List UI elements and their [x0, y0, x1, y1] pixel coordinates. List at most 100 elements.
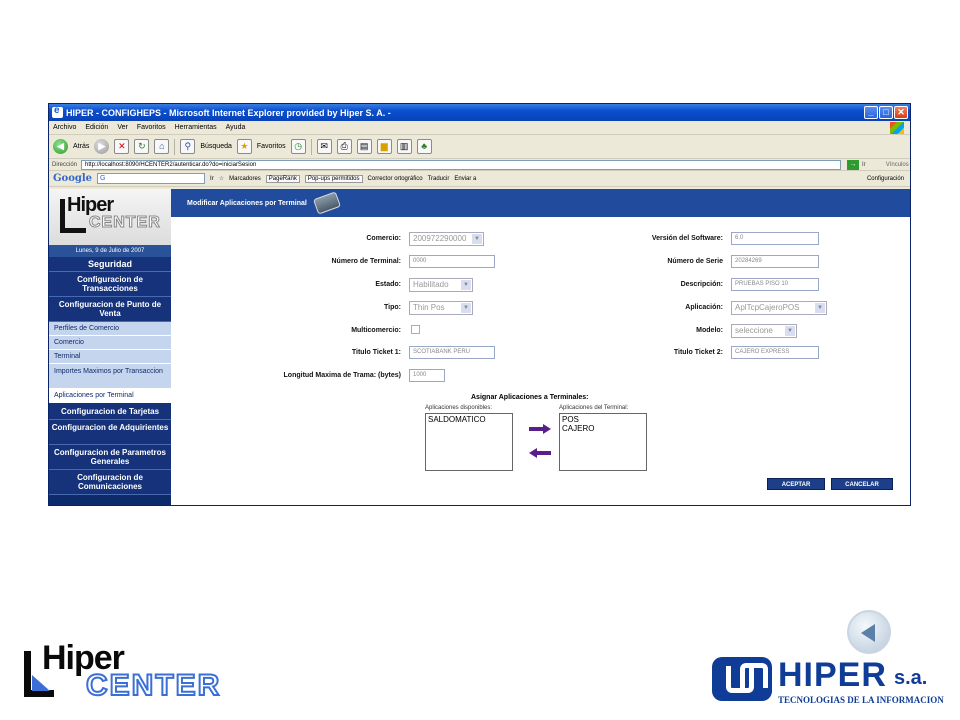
multicomercio-checkbox[interactable]	[411, 325, 420, 334]
nav-config-transacciones[interactable]: Configuracion de Transacciones	[49, 272, 171, 297]
version-label: Versión del Software:	[651, 235, 723, 242]
hipercenter-logo: Hiper CENTER	[49, 189, 171, 245]
hipercenter-footer-logo: Hiper CENTER	[22, 639, 242, 707]
chevron-down-icon: ▼	[785, 326, 795, 336]
terminal-apps-label: Aplicaciones del Terminal:	[559, 405, 629, 411]
ticket2-label: Titulo Ticket 2:	[673, 349, 723, 356]
address-input[interactable]: http://localhost:8090/HCENTER2/autentica…	[81, 159, 842, 170]
search-label[interactable]: Búsqueda	[200, 143, 232, 150]
nav-config-comunicaciones[interactable]: Configuracion de Comunicaciones	[49, 470, 171, 495]
google-go-button[interactable]: Ir	[210, 176, 214, 182]
stop-icon[interactable]: ✕	[114, 139, 130, 154]
refresh-icon[interactable]: ↻	[134, 139, 150, 154]
terminal-label: Número de Terminal:	[331, 258, 402, 265]
print-icon[interactable]: ⎙	[336, 139, 352, 154]
folder-icon[interactable]: ▆	[376, 139, 392, 154]
nav-terminal[interactable]: Terminal	[49, 350, 171, 364]
home-icon[interactable]: ⌂	[154, 139, 170, 154]
serie-label: Número de Serie	[667, 258, 723, 265]
address-label: Dirección	[52, 161, 78, 168]
window-title: HIPER - CONFIGHEPS - Microsoft Internet …	[66, 107, 391, 118]
bookmarks-star-icon[interactable]: ☆	[219, 175, 224, 182]
back-label[interactable]: Atrás	[73, 143, 89, 150]
forward-arrow-icon[interactable]: ▶	[94, 139, 110, 154]
back-triangle-icon	[861, 624, 875, 642]
tipo-select[interactable]: Thin Pos ▼	[409, 301, 473, 315]
spellcheck-button[interactable]: Corrector ortográfico	[368, 176, 423, 182]
windows-logo-icon	[890, 122, 904, 134]
remove-arrow-icon[interactable]	[529, 448, 551, 458]
list-item[interactable]: SALDOMATICO	[428, 415, 510, 424]
go-arrow-icon[interactable]: →	[847, 159, 860, 170]
add-arrow-icon[interactable]	[529, 424, 551, 434]
back-navigation-button[interactable]	[847, 610, 891, 654]
descripcion-field[interactable]: PRUEBAS PISO 10	[731, 278, 819, 291]
menu-favoritos[interactable]: Favoritos	[137, 124, 166, 131]
nav-seguridad[interactable]: Seguridad	[49, 257, 171, 272]
google-search-input[interactable]: G	[97, 173, 206, 184]
favorites-star-icon[interactable]: ★	[236, 139, 252, 154]
page-title: Modificar Aplicaciones por Terminal	[187, 199, 307, 207]
current-date: Lunes, 9 de Julio de 2007	[49, 245, 171, 257]
list-item[interactable]: CAJERO	[562, 424, 644, 433]
aplicacion-select[interactable]: AplTcpCajeroPOS ▼	[731, 301, 827, 315]
mail-icon[interactable]: ✉	[316, 139, 332, 154]
available-apps-list[interactable]: SALDOMATICO	[425, 413, 513, 471]
serie-field[interactable]: 20284269	[731, 255, 819, 268]
list-item[interactable]: POS	[562, 415, 644, 424]
popups-button[interactable]: Pop-ups permitidos	[304, 174, 363, 183]
nav-config-tarjetas[interactable]: Configuracion de Tarjetas	[49, 403, 171, 420]
modelo-select[interactable]: seleccione ▼	[731, 324, 797, 338]
nav-config-adquirientes[interactable]: Configuracion de Adquirientes	[49, 420, 171, 445]
cancel-button[interactable]: CANCELAR	[831, 478, 893, 490]
menu-bar: Archivo Edición Ver Favoritos Herramient…	[49, 121, 910, 135]
chevron-down-icon: ▼	[461, 303, 471, 313]
research-icon[interactable]: ▥	[396, 139, 412, 154]
nav-importes-maximos[interactable]: Importes Maximos por Transaccion	[49, 364, 171, 389]
google-settings-button[interactable]: Configuración	[867, 176, 904, 182]
longitud-label: Longitud Maxima de Trama: (bytes)	[283, 372, 401, 379]
nav-perfiles-comercio[interactable]: Perfiles de Comercio	[49, 322, 171, 336]
nav-comercio[interactable]: Comercio	[49, 336, 171, 350]
pagerank-indicator[interactable]: PageRank	[265, 174, 300, 183]
translate-button[interactable]: Traducir	[428, 176, 450, 182]
links-label[interactable]: Vínculos	[886, 162, 909, 168]
menu-archivo[interactable]: Archivo	[53, 124, 76, 131]
ticket2-field[interactable]: CAJERO EXPRESS	[731, 346, 819, 359]
ticket1-field[interactable]: SCOTIABANK PERU	[409, 346, 495, 359]
terminal-field[interactable]: 0000	[409, 255, 495, 268]
modelo-label: Modelo:	[696, 327, 723, 334]
maximize-button[interactable]: □	[879, 106, 893, 119]
menu-herramientas[interactable]: Herramientas	[175, 124, 217, 131]
menu-edicion[interactable]: Edición	[85, 124, 108, 131]
nav-config-punto-venta[interactable]: Configuracion de Punto de Venta	[49, 297, 171, 322]
send-to-button[interactable]: Enviar a	[454, 176, 476, 182]
estado-select[interactable]: Habilitado ▼	[409, 278, 473, 292]
longitud-field[interactable]: 1000	[409, 369, 445, 382]
messenger-icon[interactable]: ♣	[416, 139, 432, 154]
nav-aplicaciones-terminal[interactable]: Aplicaciones por Terminal	[49, 389, 171, 403]
accept-button[interactable]: ACEPTAR	[767, 478, 825, 490]
comercio-select[interactable]: 200972290000 ▼	[409, 232, 484, 246]
version-field[interactable]: 6.0	[731, 232, 819, 245]
logo-text-center: CENTER	[85, 668, 222, 703]
bookmarks-menu[interactable]: Marcadores	[229, 176, 261, 182]
search-icon[interactable]: ⚲	[180, 139, 196, 154]
edit-icon[interactable]: ▤	[356, 139, 372, 154]
menu-ayuda[interactable]: Ayuda	[226, 124, 246, 131]
back-arrow-icon[interactable]: ◀	[53, 139, 68, 154]
comercio-value: 200972290000	[413, 234, 467, 243]
terminal-apps-list[interactable]: POS CAJERO	[559, 413, 647, 471]
minimize-button[interactable]: _	[864, 106, 878, 119]
menu-ver[interactable]: Ver	[117, 124, 128, 131]
nav-config-parametros[interactable]: Configuracion de Parametros Generales	[49, 445, 171, 470]
favorites-label[interactable]: Favoritos	[257, 143, 286, 150]
available-apps-label: Aplicaciones disponibles:	[425, 405, 493, 411]
logo-name: HIPER	[778, 656, 887, 694]
tipo-label: Tipo:	[384, 304, 401, 311]
go-label[interactable]: Ir	[862, 162, 866, 168]
logo-suffix: s.a.	[894, 667, 928, 689]
history-icon[interactable]: ◷	[290, 139, 306, 154]
close-button[interactable]: ✕	[894, 106, 908, 119]
estado-value: Habilitado	[413, 280, 449, 289]
